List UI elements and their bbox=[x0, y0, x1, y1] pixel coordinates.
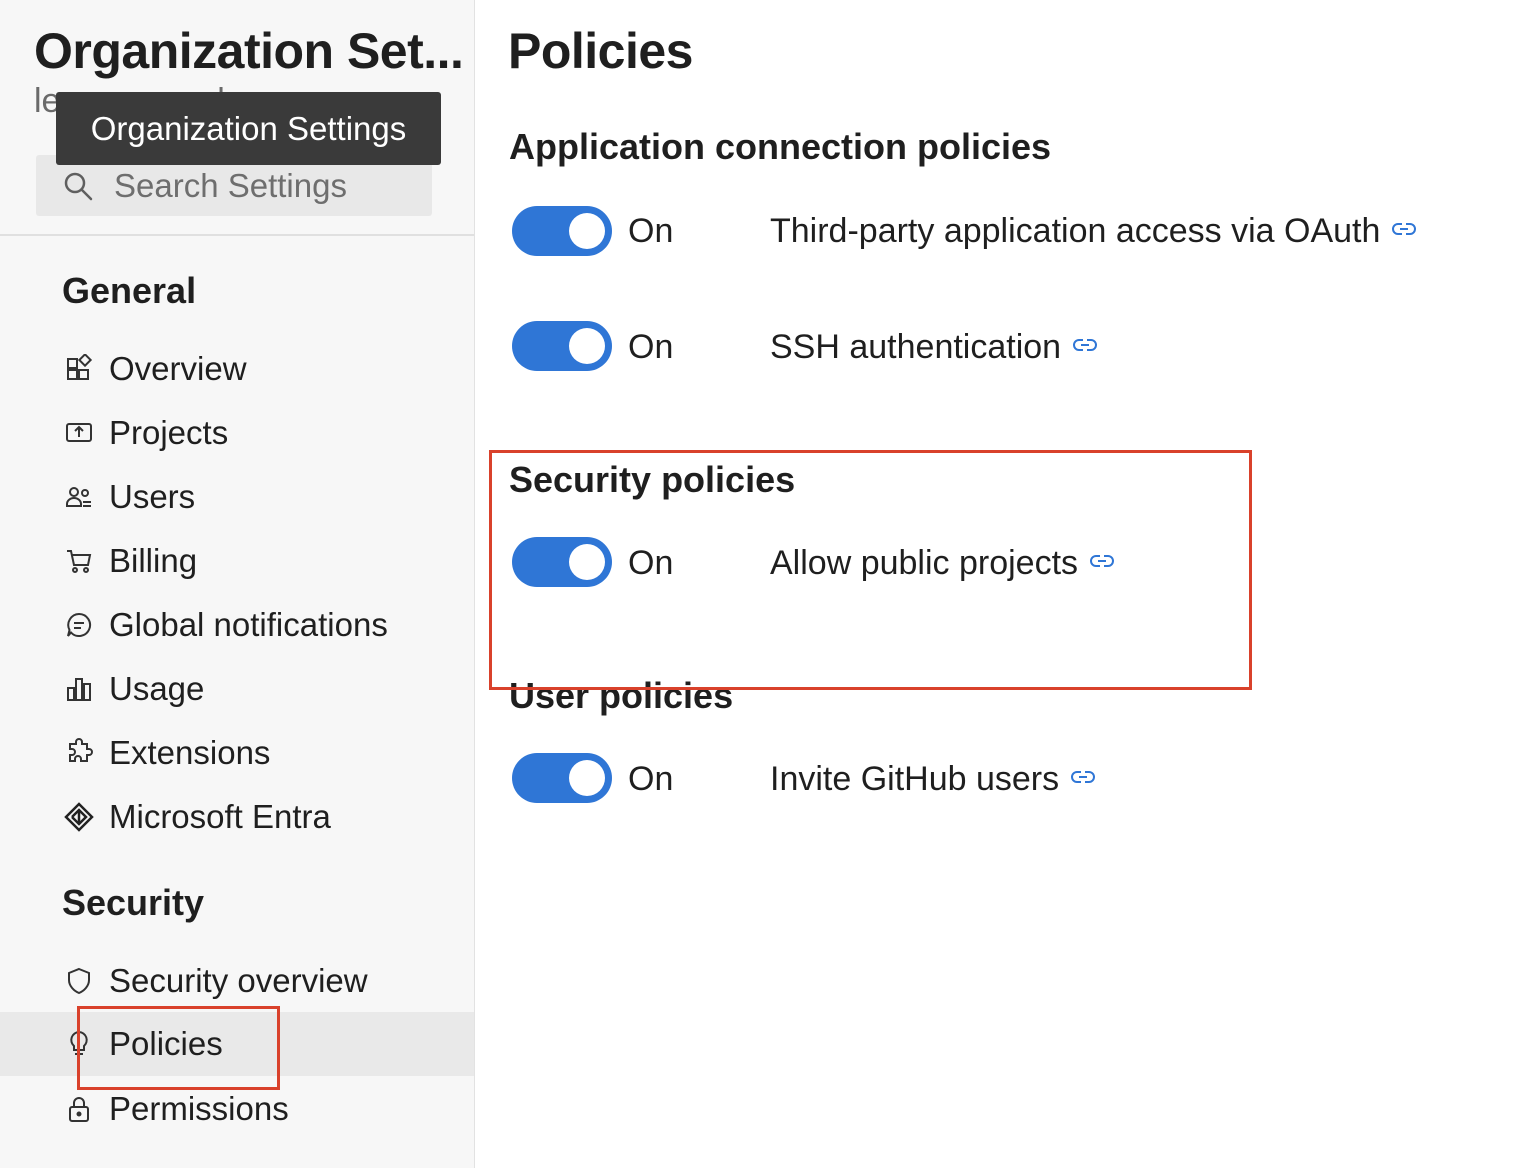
sidebar-item-billing[interactable]: Billing bbox=[0, 529, 474, 593]
shield-icon bbox=[62, 964, 96, 998]
policy-label: Third-party application access via OAuth bbox=[770, 212, 1381, 250]
sidebar-item-label: Security overview bbox=[109, 962, 368, 999]
sidebar-item-label: Permissions bbox=[109, 1090, 289, 1127]
link-icon[interactable] bbox=[1392, 217, 1417, 241]
tooltip: Organization Settings bbox=[56, 92, 441, 165]
toggle-knob bbox=[569, 213, 605, 249]
sidebar-item-global-notifications[interactable]: Global notifications bbox=[0, 593, 474, 657]
projects-icon bbox=[62, 416, 96, 450]
sidebar-item-label: Extensions bbox=[109, 734, 271, 771]
policy-ssh: SSH authentication bbox=[770, 328, 1098, 367]
policy-invite-github: Invite GitHub users bbox=[770, 760, 1096, 799]
sidebar-item-label: Billing bbox=[109, 542, 198, 579]
sidebar-item-projects[interactable]: Projects bbox=[0, 401, 474, 465]
sidebar-item-label: Global notifications bbox=[109, 606, 388, 643]
toggle-knob bbox=[569, 760, 605, 796]
toggle-state-label: On bbox=[628, 212, 674, 250]
overview-icon bbox=[62, 352, 96, 386]
toggle-knob bbox=[569, 328, 605, 364]
toggle-ssh[interactable] bbox=[512, 321, 612, 371]
toggle-oauth[interactable] bbox=[512, 206, 612, 256]
puzzle-icon bbox=[62, 736, 96, 770]
group-title-security: Security bbox=[62, 882, 205, 923]
link-icon[interactable] bbox=[1073, 333, 1098, 357]
sidebar-item-overview[interactable]: Overview bbox=[0, 337, 474, 401]
search-input[interactable]: Search Settings bbox=[114, 167, 347, 205]
highlight-box-security-policies bbox=[489, 450, 1252, 690]
lock-icon bbox=[62, 1092, 96, 1126]
group-title-general: General bbox=[62, 270, 197, 311]
policy-label: SSH authentication bbox=[770, 328, 1062, 366]
sidebar-item-microsoft-entra[interactable]: Microsoft Entra bbox=[0, 785, 474, 849]
bar-chart-icon bbox=[62, 672, 96, 706]
entra-icon bbox=[62, 800, 96, 834]
link-icon[interactable] bbox=[1071, 765, 1096, 789]
sidebar-divider bbox=[0, 234, 474, 236]
policy-label: Invite GitHub users bbox=[770, 760, 1060, 798]
highlight-box-policies bbox=[77, 1006, 280, 1090]
sidebar-item-label: Microsoft Entra bbox=[109, 798, 331, 835]
chat-icon bbox=[62, 608, 96, 642]
search-icon bbox=[62, 170, 94, 202]
sidebar-item-label: Users bbox=[109, 478, 196, 515]
sidebar: Organization Set... lennymowork Search S… bbox=[0, 0, 475, 1168]
sidebar-item-security-overview[interactable]: Security overview bbox=[0, 949, 474, 1013]
toggle-state-label: On bbox=[628, 760, 674, 798]
sidebar-item-label: Projects bbox=[109, 414, 229, 451]
toggle-invite-github[interactable] bbox=[512, 753, 612, 803]
page-title: Policies bbox=[508, 23, 694, 79]
org-title: Organization Set... bbox=[34, 23, 464, 79]
policy-oauth: Third-party application access via OAuth bbox=[770, 212, 1417, 251]
sidebar-item-label: Overview bbox=[109, 350, 247, 387]
sidebar-item-extensions[interactable]: Extensions bbox=[0, 721, 474, 785]
sidebar-item-label: Usage bbox=[109, 670, 205, 707]
toggle-state-label: On bbox=[628, 328, 674, 366]
cart-icon bbox=[62, 544, 96, 578]
users-icon bbox=[62, 480, 96, 514]
section-title-application-connection: Application connection policies bbox=[509, 126, 1052, 167]
sidebar-item-users[interactable]: Users bbox=[0, 465, 474, 529]
sidebar-item-usage[interactable]: Usage bbox=[0, 657, 474, 721]
